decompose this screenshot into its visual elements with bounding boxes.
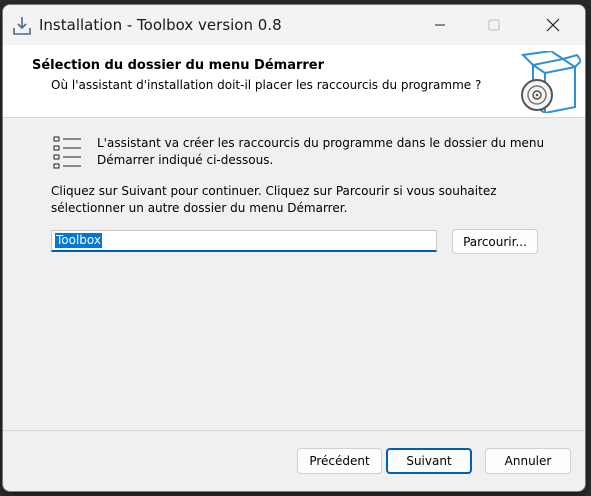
footer-divider bbox=[3, 430, 585, 431]
next-button[interactable]: Suivant bbox=[386, 448, 472, 474]
instruction-line-2: sélectionner un autre dossier du menu Dé… bbox=[51, 201, 348, 215]
title-bar[interactable]: Installation - Toolbox version 0.8 bbox=[3, 5, 585, 45]
installer-window: Installation - Toolbox version 0.8 Sélec… bbox=[2, 4, 586, 492]
instruction-line-1: Cliquez sur Suivant pour continuer. Cliq… bbox=[51, 184, 497, 198]
software-box-cd-icon bbox=[515, 49, 583, 115]
back-button[interactable]: Précédent bbox=[297, 448, 382, 474]
list-icon bbox=[53, 135, 83, 169]
start-menu-folder-input[interactable]: Toolbox bbox=[51, 230, 437, 252]
cancel-button[interactable]: Annuler bbox=[485, 448, 571, 474]
maximize-icon bbox=[488, 19, 500, 31]
browse-button[interactable]: Parcourir... bbox=[452, 229, 538, 254]
minimize-button[interactable] bbox=[417, 5, 463, 45]
minimize-icon bbox=[435, 24, 445, 26]
info-text: L'assistant va créer les raccourcis du p… bbox=[97, 135, 557, 169]
instruction-text: Cliquez sur Suivant pour continuer. Cliq… bbox=[51, 183, 551, 217]
window-title: Installation - Toolbox version 0.8 bbox=[39, 16, 282, 34]
info-line-2: Démarrer indiqué ci-dessous. bbox=[97, 153, 274, 167]
maximize-button bbox=[471, 5, 517, 45]
info-line-1: L'assistant va créer les raccourcis du p… bbox=[97, 136, 545, 150]
page-title: Sélection du dossier du menu Démarrer bbox=[32, 58, 325, 73]
page-subtitle: Où l'assistant d'installation doit-il pl… bbox=[51, 78, 482, 92]
close-icon bbox=[546, 18, 560, 32]
close-button[interactable] bbox=[530, 5, 576, 45]
wizard-header: Sélection du dossier du menu Démarrer Où… bbox=[3, 45, 585, 118]
installer-download-icon bbox=[11, 15, 33, 37]
folder-input-selected-text: Toolbox bbox=[55, 233, 102, 248]
